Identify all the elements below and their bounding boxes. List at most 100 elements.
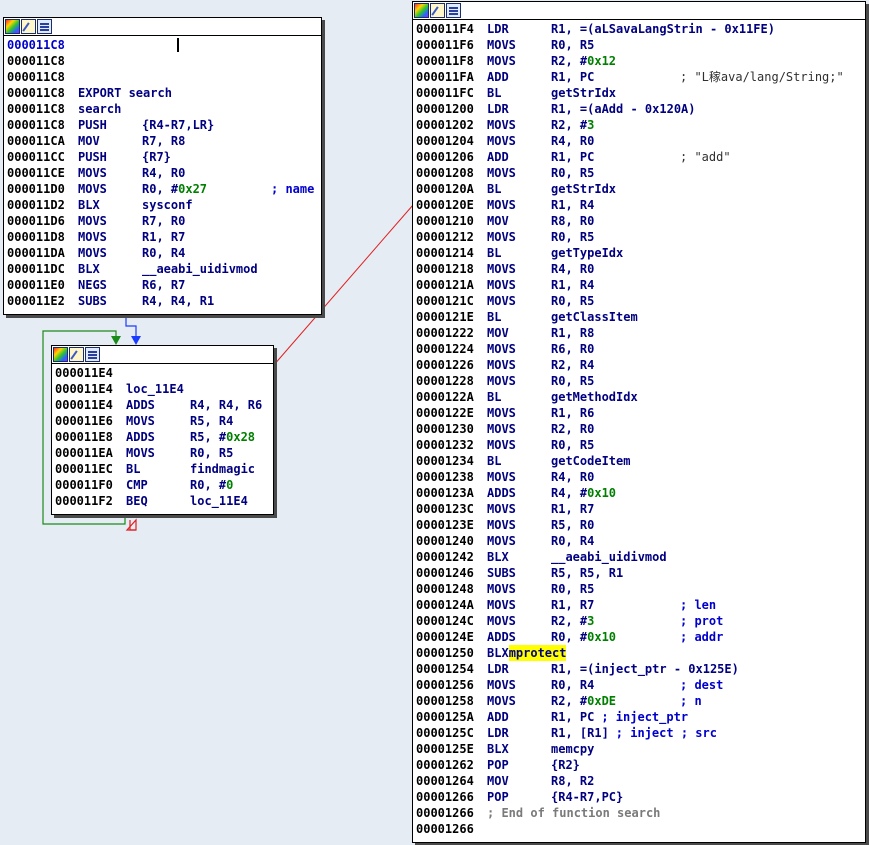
line-operands[interactable]: R4, R0: [551, 469, 594, 485]
code-line[interactable]: 000011E4: [55, 365, 273, 381]
line-operands[interactable]: R1, R4: [551, 277, 594, 293]
code-line[interactable]: 0000124A MOVS R1, R7 ; len: [416, 597, 865, 613]
code-line[interactable]: 00001218 MOVS R4, R0: [416, 261, 865, 277]
code-line[interactable]: 0000125A ADD R1, PC ; inject_ptr: [416, 709, 865, 725]
code-line[interactable]: 000011D8 MOVS R1, R7: [7, 229, 321, 245]
line-operands[interactable]: R5, #: [190, 429, 226, 445]
code-line[interactable]: 0000120E MOVS R1, R4: [416, 197, 865, 213]
line-operands[interactable]: R2, #: [551, 693, 587, 709]
code-line[interactable]: 000011F4 LDR R1, =(aLSavaLangStrin - 0x11F…: [416, 21, 865, 37]
line-operands[interactable]: R8, R2: [551, 773, 594, 789]
line-operands[interactable]: R0, R5: [551, 437, 594, 453]
code-line[interactable]: 000011E2 SUBS R4, R4, R1: [7, 293, 321, 309]
line-operands[interactable]: R0, R5: [551, 293, 594, 309]
line-operands[interactable]: R1, R7: [551, 501, 594, 517]
line-operands[interactable]: R4, #: [551, 485, 587, 501]
code-line[interactable]: 0000123A ADDS R4, #0x10: [416, 485, 865, 501]
line-operands[interactable]: R2, R0: [551, 421, 594, 437]
code-line[interactable]: 000011C8 search: [7, 101, 321, 117]
line-operands[interactable]: R0, R4: [142, 245, 185, 261]
code-line[interactable]: 0000125E BLX memcpy: [416, 741, 865, 757]
code-line[interactable]: 00001200 LDR R1, =(aAdd - 0x120A): [416, 101, 865, 117]
line-operands[interactable]: memcpy: [551, 741, 594, 757]
line-operands[interactable]: getStrIdx: [551, 181, 616, 197]
code-line[interactable]: 000011E0 NEGS R6, R7: [7, 277, 321, 293]
line-operands[interactable]: R1, R7: [551, 597, 594, 613]
code-block-search-entry[interactable]: 000011C8 000011C8 000011C8 000011C8 EXPORT s…: [3, 17, 322, 315]
code-line[interactable]: 000011E6 MOVS R5, R4: [55, 413, 273, 429]
line-operands[interactable]: R5, R0: [551, 517, 594, 533]
line-operands[interactable]: R2, #: [551, 613, 587, 629]
color-palette-icon[interactable]: [53, 347, 68, 362]
line-operands[interactable]: {R2}: [551, 757, 580, 773]
line-operands[interactable]: __aeabi_uidivmod: [551, 549, 667, 565]
line-operands[interactable]: getStrIdx: [551, 85, 616, 101]
line-operands[interactable]: __aeabi_uidivmod: [142, 261, 258, 277]
line-operands[interactable]: R5, R4: [190, 413, 233, 429]
line-operands[interactable]: R6, R7: [142, 277, 185, 293]
line-operands[interactable]: R7, R8: [142, 133, 185, 149]
code-line[interactable]: 000011CC PUSH {R7}: [7, 149, 321, 165]
line-operands[interactable]: sysconf: [142, 197, 193, 213]
line-operands[interactable]: {R4-R7,LR}: [142, 117, 214, 133]
code-line[interactable]: 0000121C MOVS R0, R5: [416, 293, 865, 309]
code-line[interactable]: 000011EA MOVS R0, R5: [55, 445, 273, 461]
graph-overview-icon[interactable]: [85, 347, 100, 362]
line-operands[interactable]: R4, R0: [551, 261, 594, 277]
color-palette-icon[interactable]: [414, 3, 429, 18]
code-line[interactable]: 00001254 LDR R1, =(inject_ptr - 0x125E): [416, 661, 865, 677]
code-line[interactable]: 00001208 MOVS R0, R5: [416, 165, 865, 181]
code-line[interactable]: 00001214 BL getTypeIdx: [416, 245, 865, 261]
code-line[interactable]: 000011DC BLX __aeabi_uidivmod: [7, 261, 321, 277]
line-operands[interactable]: R0, R4: [551, 677, 594, 693]
code-block-loc-11e4[interactable]: 000011E4 000011E4 loc_11E4 000011E4 ADDS R4, …: [51, 345, 274, 515]
code-line[interactable]: 0000122A BL getMethodIdx: [416, 389, 865, 405]
code-line[interactable]: 000011DA MOVS R0, R4: [7, 245, 321, 261]
code-line[interactable]: 0000124E ADDS R0, #0x10 ; addr: [416, 629, 865, 645]
line-operands[interactable]: R2, R4: [551, 357, 594, 373]
color-palette-icon[interactable]: [5, 19, 20, 34]
line-operands[interactable]: R0, #: [142, 181, 178, 197]
code-line[interactable]: 00001256 MOVS R0, R4 ; dest: [416, 677, 865, 693]
code-line[interactable]: 000011E4 ADDS R4, R4, R6: [55, 397, 273, 413]
line-operands[interactable]: R1, R6: [551, 405, 594, 421]
line-operands[interactable]: R7, R0: [142, 213, 185, 229]
code-line[interactable]: 000011E8 ADDS R5, #0x28: [55, 429, 273, 445]
code-line[interactable]: 000011F8 MOVS R2, #0x12: [416, 53, 865, 69]
code-line[interactable]: 00001204 MOVS R4, R0: [416, 133, 865, 149]
line-operands[interactable]: {R7}: [142, 149, 171, 165]
line-operands[interactable]: R1, =(aAdd - 0x120A): [551, 101, 696, 117]
line-operands[interactable]: loc_11E4: [190, 493, 248, 509]
highlighted-symbol[interactable]: mprotect: [508, 645, 567, 661]
line-operands[interactable]: R0, R4: [551, 533, 594, 549]
line-operands[interactable]: R6, R0: [551, 341, 594, 357]
line-operands[interactable]: {R4-R7,PC}: [551, 789, 623, 805]
line-operands[interactable]: getMethodIdx: [551, 389, 638, 405]
code-line[interactable]: 000011C8: [7, 37, 321, 53]
code-line[interactable]: 000011C8: [7, 53, 321, 69]
code-line[interactable]: 000011D0 MOVS R0, #0x27 ; name: [7, 181, 321, 197]
line-operands[interactable]: R1, [R1]: [551, 725, 609, 741]
code-line[interactable]: 000011D6 MOVS R7, R0: [7, 213, 321, 229]
line-operands[interactable]: R4, R0: [551, 133, 594, 149]
code-line[interactable]: 000011EC BL findmagic: [55, 461, 273, 477]
line-operands[interactable]: R1, R4: [551, 197, 594, 213]
code-line[interactable]: 00001212 MOVS R0, R5: [416, 229, 865, 245]
code-line[interactable]: 00001232 MOVS R0, R5: [416, 437, 865, 453]
line-operands[interactable]: R4, R0: [142, 165, 185, 181]
code-line[interactable]: 0000125C LDR R1, [R1] ; inject ; src: [416, 725, 865, 741]
code-line[interactable]: 000011D2 BLX sysconf: [7, 197, 321, 213]
code-line[interactable]: 00001206 ADD R1, PC ; "add": [416, 149, 865, 165]
code-line[interactable]: 00001240 MOVS R0, R4: [416, 533, 865, 549]
code-line[interactable]: 000011F0 CMP R0, #0: [55, 477, 273, 493]
code-line[interactable]: 000011CE MOVS R4, R0: [7, 165, 321, 181]
line-operands[interactable]: R0, #: [551, 629, 587, 645]
line-operands[interactable]: R4, R4, R6: [190, 397, 262, 413]
code-line[interactable]: 000011C8: [7, 69, 321, 85]
line-operands[interactable]: R2, #: [551, 53, 587, 69]
line-operands[interactable]: R1, R8: [551, 325, 594, 341]
code-line[interactable]: 00001246 SUBS R5, R5, R1: [416, 565, 865, 581]
code-line[interactable]: 00001248 MOVS R0, R5: [416, 581, 865, 597]
code-line[interactable]: 0000124C MOVS R2, #3 ; prot: [416, 613, 865, 629]
code-line[interactable]: 00001266 POP {R4-R7,PC}: [416, 789, 865, 805]
